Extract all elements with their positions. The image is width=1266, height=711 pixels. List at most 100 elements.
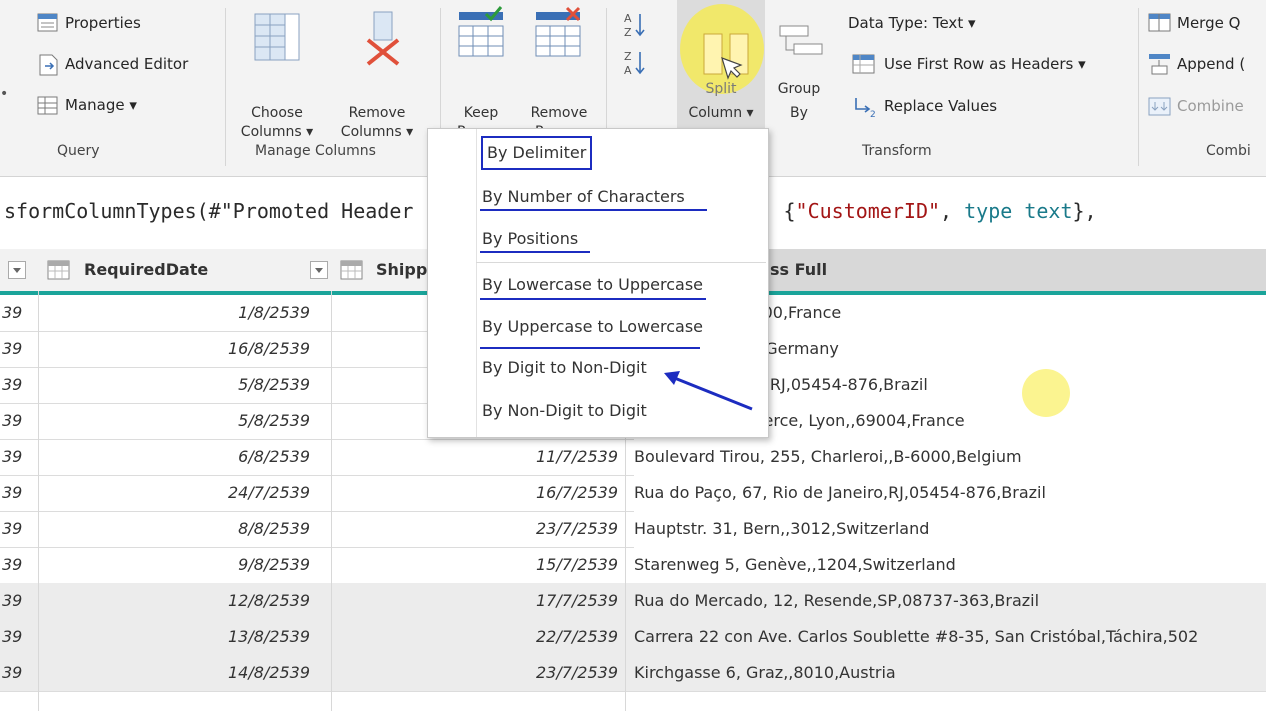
shipped-date-cell[interactable]: 23/7/2539: [335, 655, 618, 691]
column-divider: [331, 291, 332, 711]
svg-text:2: 2: [870, 110, 876, 118]
merge-queries-button[interactable]: Merge Q: [1177, 14, 1240, 32]
address-full-cell[interactable]: Kirchgasse 6, Graz,,8010,Austria: [634, 655, 1266, 691]
combine-files-icon: [1148, 96, 1172, 118]
required-date-cell[interactable]: 24/7/2539: [40, 475, 310, 511]
column-divider: [38, 291, 39, 711]
column-header-requireddate[interactable]: RequiredDate: [84, 249, 208, 291]
row-index-cell[interactable]: 39: [0, 655, 38, 691]
address-full-cell[interactable]: Hauptstr. 31, Bern,,3012,Switzerland: [634, 511, 1266, 547]
properties-icon: [37, 12, 59, 34]
row-index-cell[interactable]: 39: [0, 403, 38, 439]
row-index-cell[interactable]: 39: [0, 511, 38, 547]
address-full-cell[interactable]: Boulevard Tirou, 255, Charleroi,,B-6000,…: [634, 439, 1266, 475]
transform-group-label: Transform: [862, 143, 932, 159]
advanced-editor-button[interactable]: Advanced Editor: [65, 55, 188, 73]
choose-columns-button[interactable]: Choose Columns ▾: [232, 104, 322, 142]
required-date-cell[interactable]: 13/8/2539: [40, 619, 310, 655]
shipped-date-cell[interactable]: 23/7/2539: [335, 511, 618, 547]
required-date-cell[interactable]: 5/8/2539: [40, 403, 310, 439]
split-column-label-2: Column ▾: [688, 105, 754, 121]
annotation-underline: [480, 251, 590, 253]
split-column-label-1: Split: [705, 81, 737, 97]
remove-columns-label-2: Columns ▾: [340, 124, 414, 140]
shipped-date-cell[interactable]: 22/7/2539: [335, 619, 618, 655]
remove-rows-label-1: Remove: [530, 105, 588, 121]
table-row[interactable]: 39 8/8/2539 23/7/2539 Hauptstr. 31, Bern,,3…: [0, 511, 1266, 548]
required-date-cell[interactable]: 8/8/2539: [40, 511, 310, 547]
required-date-cell[interactable]: 12/8/2539: [40, 583, 310, 619]
manage-button[interactable]: Manage ▾: [65, 96, 137, 114]
table-row[interactable]: 39 6/8/2539 11/7/2539 Boulevard Tirou, 255,…: [0, 439, 1266, 476]
svg-text:A: A: [624, 64, 632, 77]
append-queries-button[interactable]: Append (: [1177, 55, 1245, 73]
data-type-dropdown[interactable]: Data Type: Text ▾: [848, 14, 976, 32]
required-date-cell[interactable]: 6/8/2539: [40, 439, 310, 475]
row-index-cell[interactable]: 39: [0, 439, 38, 475]
shipped-date-cell[interactable]: 16/7/2539: [335, 475, 618, 511]
required-date-cell[interactable]: 5/8/2539: [40, 367, 310, 403]
group-by-icon: [776, 22, 828, 72]
address-full-cell[interactable]: Carrera 22 con Ave. Carlos Soublette #8-…: [634, 619, 1266, 655]
combine-files-button[interactable]: Combine: [1177, 97, 1244, 115]
formula-string: "CustomerID": [795, 199, 941, 223]
use-first-row-button[interactable]: Use First Row as Headers ▾: [884, 55, 1086, 73]
required-date-cell[interactable]: 16/8/2539: [40, 331, 310, 367]
required-date-cell[interactable]: 14/8/2539: [40, 655, 310, 691]
row-index-cell[interactable]: 39: [0, 367, 38, 403]
choose-columns-label-1: Choose: [251, 105, 303, 121]
advanced-editor-icon: [37, 53, 59, 77]
date-type-icon[interactable]: [47, 259, 71, 281]
sort-descending-icon[interactable]: ZA: [623, 48, 647, 78]
table-row[interactable]: 39 12/8/2539 17/7/2539 Rua do Mercado, 12, …: [0, 583, 1266, 620]
annotation-underline: [480, 347, 700, 349]
annotation-arrow: [664, 371, 753, 411]
annotation-underline: [480, 298, 706, 300]
table-row[interactable]: 39 9/8/2539 15/7/2539 Starenweg 5, Genève,,…: [0, 547, 1266, 584]
use-first-row-icon: [852, 53, 876, 75]
menu-item-by-delimiter[interactable]: By Delimiter: [481, 136, 593, 170]
manage-icon: [37, 95, 59, 117]
remove-columns-button[interactable]: Remove Columns ▾: [322, 104, 432, 142]
column-header-address-full[interactable]: ss Full: [770, 249, 827, 291]
table-row[interactable]: 39 13/8/2539 22/7/2539 Carrera 22 con Ave. …: [0, 619, 1266, 656]
menu-item-by-non-digit-to-digit[interactable]: By Non-Digit to Digit: [482, 394, 647, 428]
sort-ascending-icon[interactable]: AZ: [623, 10, 647, 40]
shipped-date-cell[interactable]: 17/7/2539: [335, 583, 618, 619]
column-header-shippeddate[interactable]: Shipp: [376, 249, 427, 291]
group-by-label-2: By: [790, 105, 808, 121]
filter-dropdown-icon[interactable]: [8, 261, 26, 279]
row-index-cell[interactable]: 39: [0, 583, 38, 619]
replace-values-button[interactable]: Replace Values: [884, 97, 997, 115]
row-index-cell[interactable]: 39: [0, 295, 38, 331]
date-type-icon[interactable]: [340, 259, 364, 281]
menu-item-by-uppercase-to-lowercase[interactable]: By Uppercase to Lowercase: [482, 310, 703, 344]
ribbon-separator: [1138, 8, 1139, 166]
menu-gutter: [476, 129, 477, 437]
svg-text:Z: Z: [624, 26, 632, 39]
filter-dropdown-icon[interactable]: [310, 261, 328, 279]
svg-text:A: A: [624, 12, 632, 25]
choose-columns-label-2: Columns ▾: [240, 124, 314, 140]
address-full-cell[interactable]: Starenweg 5, Genève,,1204,Switzerland: [634, 547, 1266, 583]
shipped-date-cell[interactable]: 11/7/2539: [335, 439, 618, 475]
shipped-date-cell[interactable]: 15/7/2539: [335, 547, 618, 583]
address-full-cell[interactable]: Rua do Mercado, 12, Resende,SP,08737-363…: [634, 583, 1266, 619]
merge-queries-icon: [1148, 12, 1172, 34]
group-by-button[interactable]: Group By: [772, 80, 826, 123]
menu-item-by-lowercase-to-uppercase[interactable]: By Lowercase to Uppercase: [482, 268, 703, 302]
address-full-cell[interactable]: Rua do Paço, 67, Rio de Janeiro,RJ,05454…: [634, 475, 1266, 511]
table-row[interactable]: 39 14/8/2539 23/7/2539 Kirchgasse 6, Graz,,…: [0, 655, 1266, 692]
menu-item-by-digit-to-non-digit[interactable]: By Digit to Non-Digit: [482, 351, 647, 385]
required-date-cell[interactable]: 1/8/2539: [40, 295, 310, 331]
row-index-cell[interactable]: 39: [0, 331, 38, 367]
row-index-cell[interactable]: 39: [0, 619, 38, 655]
row-index-cell[interactable]: 39: [0, 475, 38, 511]
svg-text:Z: Z: [624, 50, 632, 63]
required-date-cell[interactable]: 9/8/2539: [40, 547, 310, 583]
properties-button[interactable]: Properties: [65, 14, 141, 32]
table-row[interactable]: 39 24/7/2539 16/7/2539 Rua do Paço, 67, Rio…: [0, 475, 1266, 512]
partial-dropdown-arrow[interactable]: •: [0, 86, 8, 102]
split-column-button[interactable]: Split Column ▾: [677, 80, 765, 123]
row-index-cell[interactable]: 39: [0, 547, 38, 583]
